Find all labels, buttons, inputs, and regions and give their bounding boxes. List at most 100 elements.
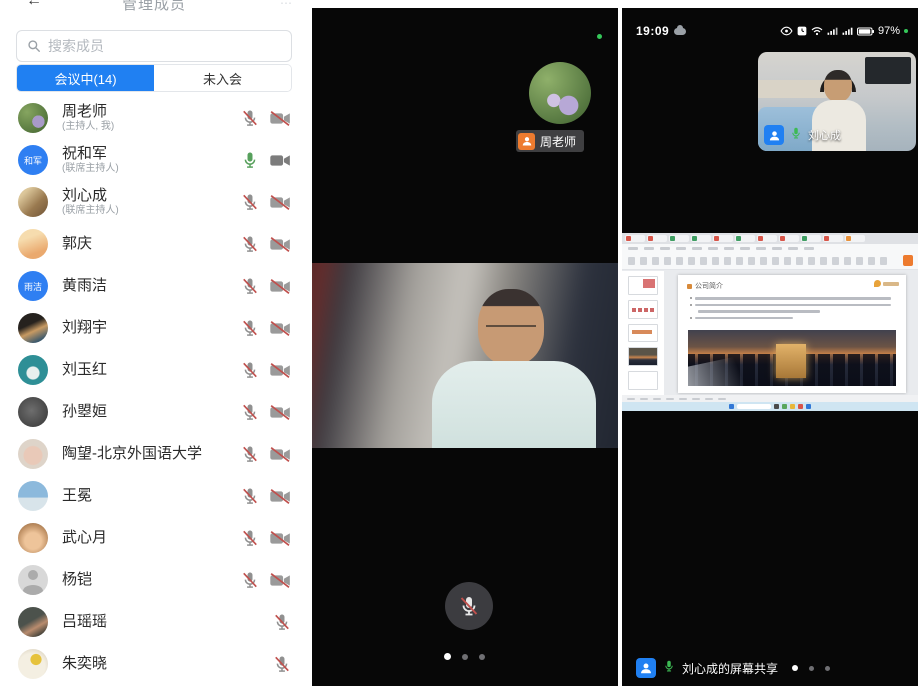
member-text: 刘心成 (联席主持人) xyxy=(62,187,240,217)
camera-status-icon[interactable] xyxy=(269,110,292,127)
camera-status-icon[interactable] xyxy=(269,320,292,337)
mic-status-icon[interactable] xyxy=(240,486,260,506)
member-name: 刘玉红 xyxy=(62,361,240,378)
toolbar-icon xyxy=(844,257,851,265)
header-more-icon[interactable]: ⋯ xyxy=(280,0,294,10)
participant-face xyxy=(824,70,852,102)
camera-status-icon[interactable] xyxy=(269,446,292,463)
member-list: 周老师 (主持人, 我) 和军 祝和军 (联席主持人) xyxy=(0,97,308,685)
presentation-slide: 公司简介 xyxy=(678,275,906,393)
member-row[interactable]: 刘玉红 xyxy=(0,349,308,391)
camera-status-icon[interactable] xyxy=(269,236,292,253)
logo-icon xyxy=(874,280,881,287)
member-name: 朱奕晓 xyxy=(62,655,272,672)
status-bar-item xyxy=(718,398,726,400)
menu-item xyxy=(628,247,638,250)
person-icon-orange xyxy=(518,133,535,150)
taskbar-search xyxy=(737,404,771,409)
tab-in-meeting[interactable]: 会议中(14) xyxy=(17,65,154,91)
avatar xyxy=(18,481,48,511)
camera-status-icon[interactable] xyxy=(269,362,292,379)
search-input[interactable]: 搜索成员 xyxy=(16,30,292,62)
member-row[interactable]: 吕瑶瑶 xyxy=(0,601,308,643)
green-status-dot xyxy=(904,29,908,33)
self-video-thumbnail[interactable]: 刘心成 xyxy=(758,52,916,151)
member-row[interactable]: 雨洁 黄雨洁 xyxy=(0,265,308,307)
page-dot xyxy=(462,654,468,660)
wifi-icon xyxy=(811,26,823,36)
slide-thumbnail xyxy=(628,347,658,366)
member-row[interactable]: 孙曌姮 xyxy=(0,391,308,433)
member-row[interactable]: 周老师 (主持人, 我) xyxy=(0,97,308,139)
toolbar-icon xyxy=(736,257,743,265)
camera-status-icon[interactable] xyxy=(269,404,292,421)
member-name: 武心月 xyxy=(62,529,240,546)
camera-status-icon[interactable] xyxy=(269,572,292,589)
avatar xyxy=(18,355,48,385)
page-indicator xyxy=(444,653,485,660)
mic-status-icon[interactable] xyxy=(240,402,260,422)
member-row[interactable]: 刘翔宇 xyxy=(0,307,308,349)
menu-item xyxy=(724,247,734,250)
member-name: 陶望-北京外国语大学 xyxy=(62,445,240,462)
mic-status-icon[interactable] xyxy=(240,444,260,464)
member-row[interactable]: 郭庆 xyxy=(0,223,308,265)
toolbar-icon xyxy=(796,257,803,265)
member-row[interactable]: 刘心成 (联席主持人) xyxy=(0,181,308,223)
bullet-text-line xyxy=(690,304,894,307)
taskbar-app-icon xyxy=(774,404,779,409)
member-row[interactable]: 王冕 xyxy=(0,475,308,517)
mic-muted-button[interactable] xyxy=(445,582,493,630)
member-row[interactable]: 陶望-北京外国语大学 xyxy=(0,433,308,475)
camera-status-icon[interactable] xyxy=(269,152,292,169)
page-indicator xyxy=(792,665,830,671)
weather-icon xyxy=(674,28,686,35)
mic-status-icon[interactable] xyxy=(240,150,260,170)
green-status-dot xyxy=(597,34,602,39)
toolbar-icon xyxy=(856,257,863,265)
mic-status-icon[interactable] xyxy=(240,528,260,548)
shared-screen-content[interactable]: 公司简介 xyxy=(622,233,918,411)
member-management-panel: ← 管理成员 ⋯ 搜索成员 会议中(14) 未入会 周老师 (主持人, 我) xyxy=(0,0,308,693)
member-text: 郭庆 xyxy=(62,235,240,252)
member-text: 朱奕晓 xyxy=(62,655,272,672)
slide-title: 公司简介 xyxy=(687,281,723,291)
avatar xyxy=(18,187,48,217)
speaker-video[interactable] xyxy=(312,263,618,448)
mic-status-icon[interactable] xyxy=(240,276,260,296)
member-row[interactable]: 杨铠 xyxy=(0,559,308,601)
camera-status-icon[interactable] xyxy=(269,488,292,505)
page-dot xyxy=(809,666,814,671)
camera-status-icon[interactable] xyxy=(269,194,292,211)
mic-status-icon[interactable] xyxy=(240,360,260,380)
mic-status-icon[interactable] xyxy=(240,192,260,212)
status-bar-item xyxy=(653,398,661,400)
member-status-icons xyxy=(240,108,292,128)
member-panel-header: ← 管理成员 ⋯ xyxy=(0,0,308,20)
video-stage[interactable]: 周老师 xyxy=(312,8,618,686)
windows-taskbar xyxy=(622,402,918,411)
toolbar-icon xyxy=(868,257,875,265)
tab-not-joined[interactable]: 未入会 xyxy=(154,65,291,91)
mic-status-icon[interactable] xyxy=(272,612,292,632)
avatar xyxy=(18,103,48,133)
status-bar-item xyxy=(640,398,648,400)
member-row[interactable]: 朱奕晓 xyxy=(0,643,308,685)
camera-status-icon[interactable] xyxy=(269,278,292,295)
mic-status-icon[interactable] xyxy=(240,570,260,590)
battery-percent: 97% xyxy=(878,25,900,37)
member-row[interactable]: 和军 祝和军 (联席主持人) xyxy=(0,139,308,181)
member-role: (联席主持人) xyxy=(62,163,240,175)
mic-status-icon[interactable] xyxy=(240,234,260,254)
share-stage[interactable]: 19:09 97% xyxy=(622,8,918,686)
status-icons: 97% xyxy=(780,25,908,37)
member-status-icons xyxy=(272,612,292,632)
mic-status-icon[interactable] xyxy=(240,318,260,338)
slide-thumbnail-rail xyxy=(622,271,664,395)
screen-share-panel: 19:09 97% xyxy=(622,0,918,693)
mic-status-icon[interactable] xyxy=(240,108,260,128)
camera-status-icon[interactable] xyxy=(269,530,292,547)
mic-status-icon[interactable] xyxy=(272,654,292,674)
member-text: 刘玉红 xyxy=(62,361,240,378)
member-row[interactable]: 武心月 xyxy=(0,517,308,559)
